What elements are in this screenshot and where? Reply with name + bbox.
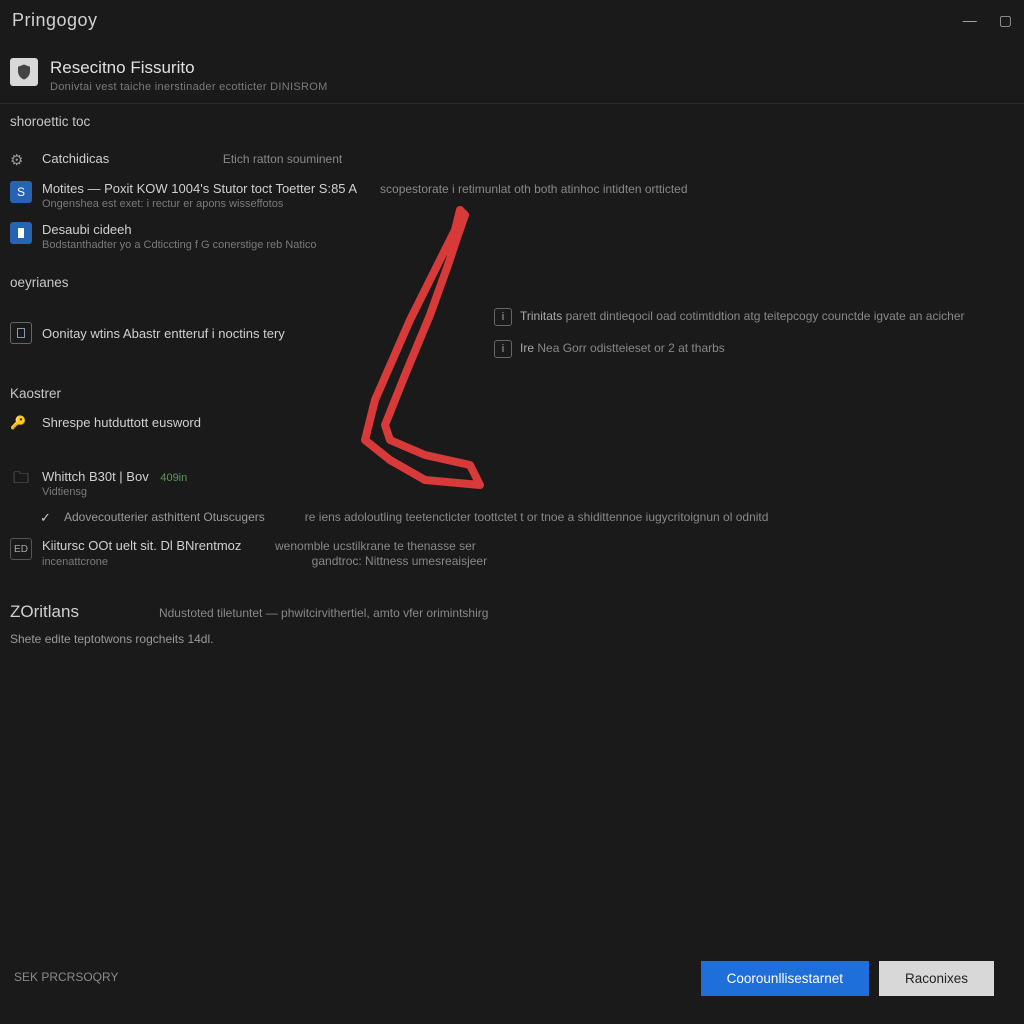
kiitu-side1: wenomble ucstilkrane te thenasse ser	[275, 539, 476, 553]
section-kaostrer: Kaostrer 🔑 Shrespe hutduttott eusword	[0, 376, 1024, 445]
section-oeyrianes: oeyrianes Oonitay wtins Abastr entteruf …	[0, 265, 1024, 376]
section-whittch: 🗀 Whittch B30t | Bov 409in Vidtiensg ✓ A…	[0, 445, 1024, 582]
catchidicas-side: Etich ratton souminent	[223, 152, 342, 166]
page-subtitle: Donivtai vest taiche inerstinader ecotti…	[50, 81, 328, 93]
whittch-title[interactable]: Whittch B30t | Bov	[42, 469, 149, 484]
section-catchidicas: ⚙ Catchidicas Etich ratton souminent S M…	[0, 145, 1024, 265]
info1-text: parett dintieqocil oad cotimtidtion atg …	[566, 309, 965, 323]
oonitay-title[interactable]: Oonitay wtins Abastr entteruf i noctins …	[42, 326, 285, 341]
shield-icon	[10, 58, 38, 86]
page-header: Resecitno Fissurito Donivtai vest taiche…	[0, 40, 1024, 104]
info-icon: i	[494, 308, 512, 326]
zoritans-title: ZOritlans	[10, 602, 79, 622]
motiles-desc: Ongenshea est exet: i rectur er apons wi…	[42, 198, 1014, 210]
script-icon: S	[10, 181, 32, 203]
whittch-hint: 409in	[160, 472, 187, 484]
desaub-line: Bodstanthadter yo a Cdticcting f G coner…	[42, 239, 1014, 251]
document-icon	[10, 322, 32, 344]
info1-label: Trinitats	[520, 309, 562, 323]
oeyrianes-title: oeyrianes	[10, 275, 1014, 290]
kiitu-title[interactable]: Kiitursc OOt uelt sit. Dl BNrentmoz	[42, 538, 241, 553]
adovc-right: re iens adoloutling teetencticter toottc…	[305, 510, 1014, 524]
key-icon: 🔑	[10, 415, 32, 431]
cancel-button[interactable]: Raconixes	[879, 961, 994, 996]
info2-label: Ire	[520, 341, 534, 355]
desaub-title[interactable]: Desaubi cideeh	[42, 222, 1014, 237]
kiitu-sub: incenattcrone	[42, 556, 108, 568]
kaostrer-title: Kaostrer	[10, 386, 1014, 401]
motiles-title[interactable]: Motites — Poxit KOW 1004's Stutor toct T…	[42, 181, 356, 196]
info-icon: i	[494, 340, 512, 358]
titlebar: Pringogoy — ▢	[0, 0, 1024, 40]
box-icon: ED	[10, 538, 32, 560]
window-controls: — ▢	[963, 12, 1012, 29]
page-title: Resecitno Fissurito	[50, 58, 328, 78]
section-title: shoroettic toc	[10, 114, 1014, 129]
app-title: Pringogoy	[12, 10, 98, 31]
info2-text: Nea Gorr odistteieset or 2 at tharbs	[537, 341, 724, 355]
confirm-button[interactable]: Coorounllisestarnet	[701, 961, 869, 996]
motiles-right: scopestorate i retimunlat oth both atinh…	[380, 182, 688, 196]
adovc-label[interactable]: Adovecoutterier asthittent Otuscugers	[64, 510, 265, 524]
footer-buttons: Coorounllisestarnet Raconixes	[701, 961, 994, 996]
phone-icon	[10, 222, 32, 244]
whittch-sub: Vidtiensg	[42, 486, 1014, 498]
minimize-icon[interactable]: —	[963, 12, 977, 29]
shete-title[interactable]: Shete edite teptotwons rogcheits 14dl.	[10, 632, 1014, 646]
catchidicas-title[interactable]: Catchidicas	[42, 151, 109, 166]
kiitu-side2: gandtroc: Nittness umesreaisjeer	[312, 554, 487, 568]
section-zoritans: ZOritlans Ndustoted tiletuntet — phwitci…	[0, 582, 1024, 652]
sek-label[interactable]: SEK PRCRSOQRY	[14, 970, 118, 984]
check-icon[interactable]: ✓	[40, 510, 54, 526]
shrespe-title[interactable]: Shrespe hutduttott eusword	[42, 415, 201, 430]
maximize-icon[interactable]: ▢	[999, 12, 1012, 29]
section-shoroettic: shoroettic toc	[0, 104, 1024, 145]
settings-icon: ⚙	[10, 151, 32, 169]
zoritans-side: Ndustoted tiletuntet — phwitcirvithertie…	[159, 606, 488, 620]
folder-icon: 🗀	[10, 469, 32, 491]
